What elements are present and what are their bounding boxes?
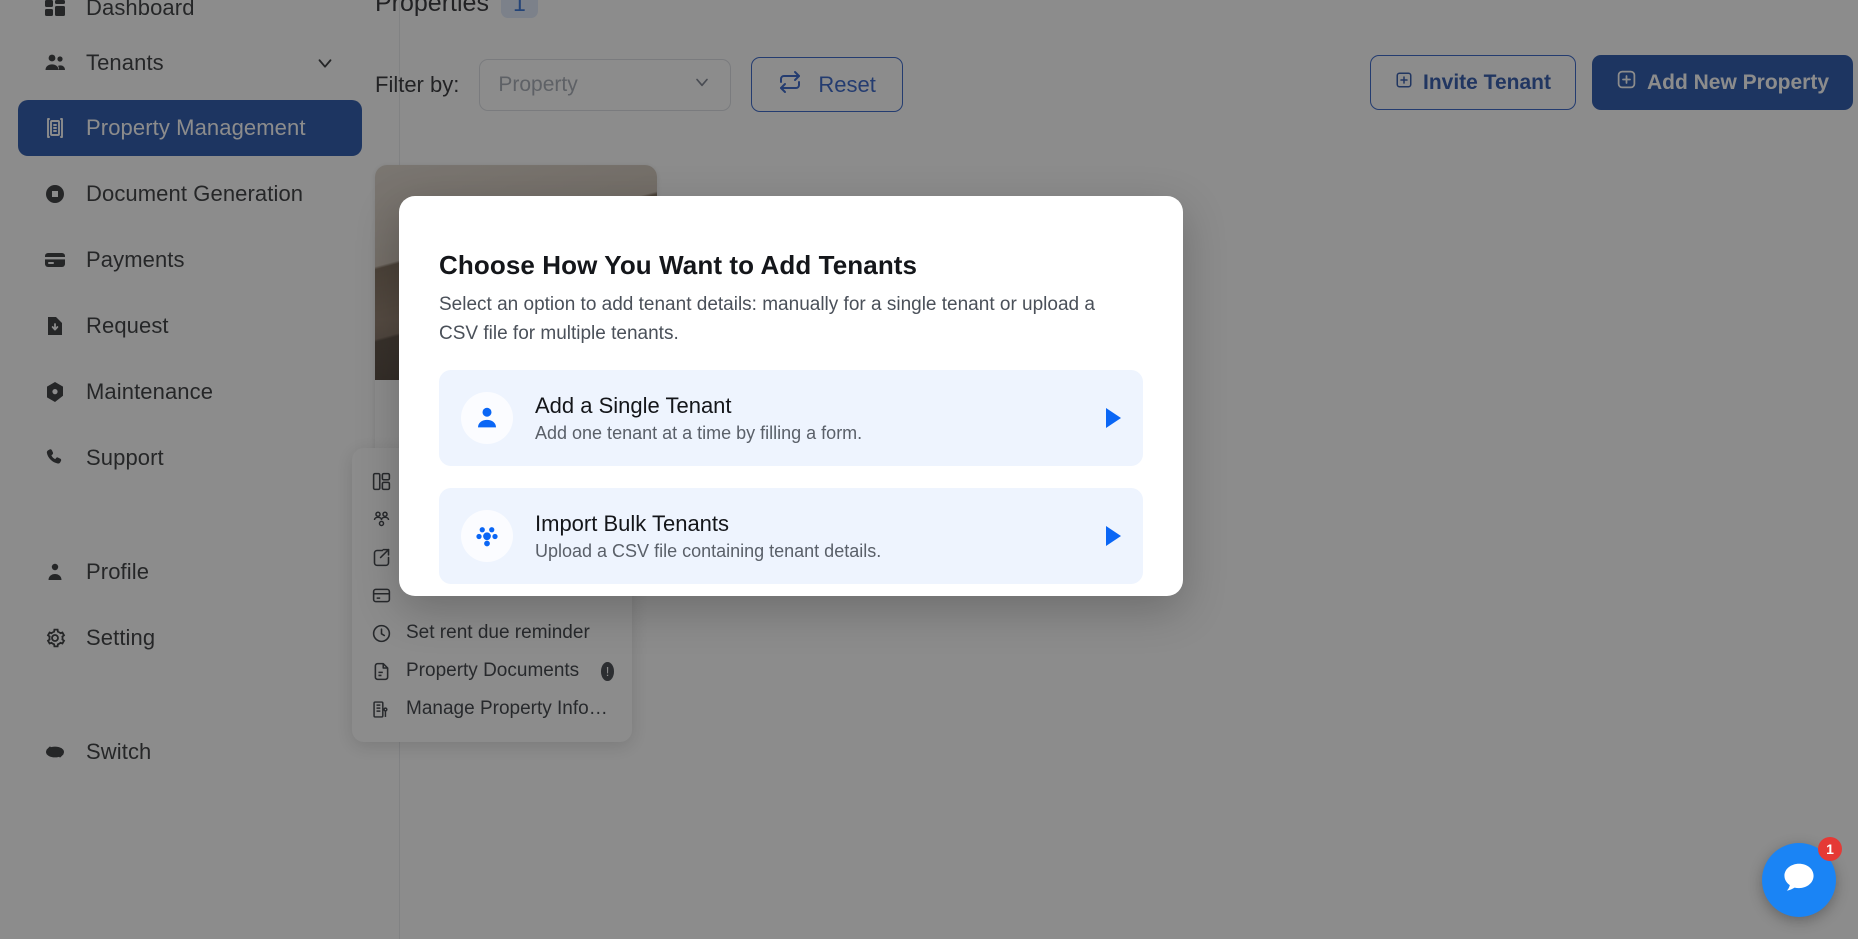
chat-bubble-icon [1780, 859, 1818, 902]
add-tenants-modal: Choose How You Want to Add Tenants Selec… [399, 196, 1183, 596]
option-texts: Add a Single Tenant Add one tenant at a … [535, 393, 1084, 444]
app-root: Dashboard Tenants Property Management [0, 0, 1858, 939]
option-add-single-tenant[interactable]: Add a Single Tenant Add one tenant at a … [439, 370, 1143, 466]
modal-title: Choose How You Want to Add Tenants [439, 250, 918, 280]
chevron-right-icon[interactable] [1106, 408, 1121, 428]
option-description: Upload a CSV file containing tenant deta… [535, 540, 882, 561]
group-people-icon [461, 510, 513, 562]
chevron-right-icon[interactable] [1106, 526, 1121, 546]
option-title: Import Bulk Tenants [535, 510, 730, 536]
option-description: Add one tenant at a time by filling a fo… [535, 422, 863, 443]
option-texts: Import Bulk Tenants Upload a CSV file co… [535, 511, 1084, 562]
single-person-icon [461, 392, 513, 444]
chat-unread-badge: 1 [1818, 837, 1842, 861]
modal-subtitle: Select an option to add tenant details: … [439, 294, 1095, 344]
option-title: Add a Single Tenant [535, 392, 732, 418]
option-import-bulk-tenants[interactable]: Import Bulk Tenants Upload a CSV file co… [439, 488, 1143, 584]
